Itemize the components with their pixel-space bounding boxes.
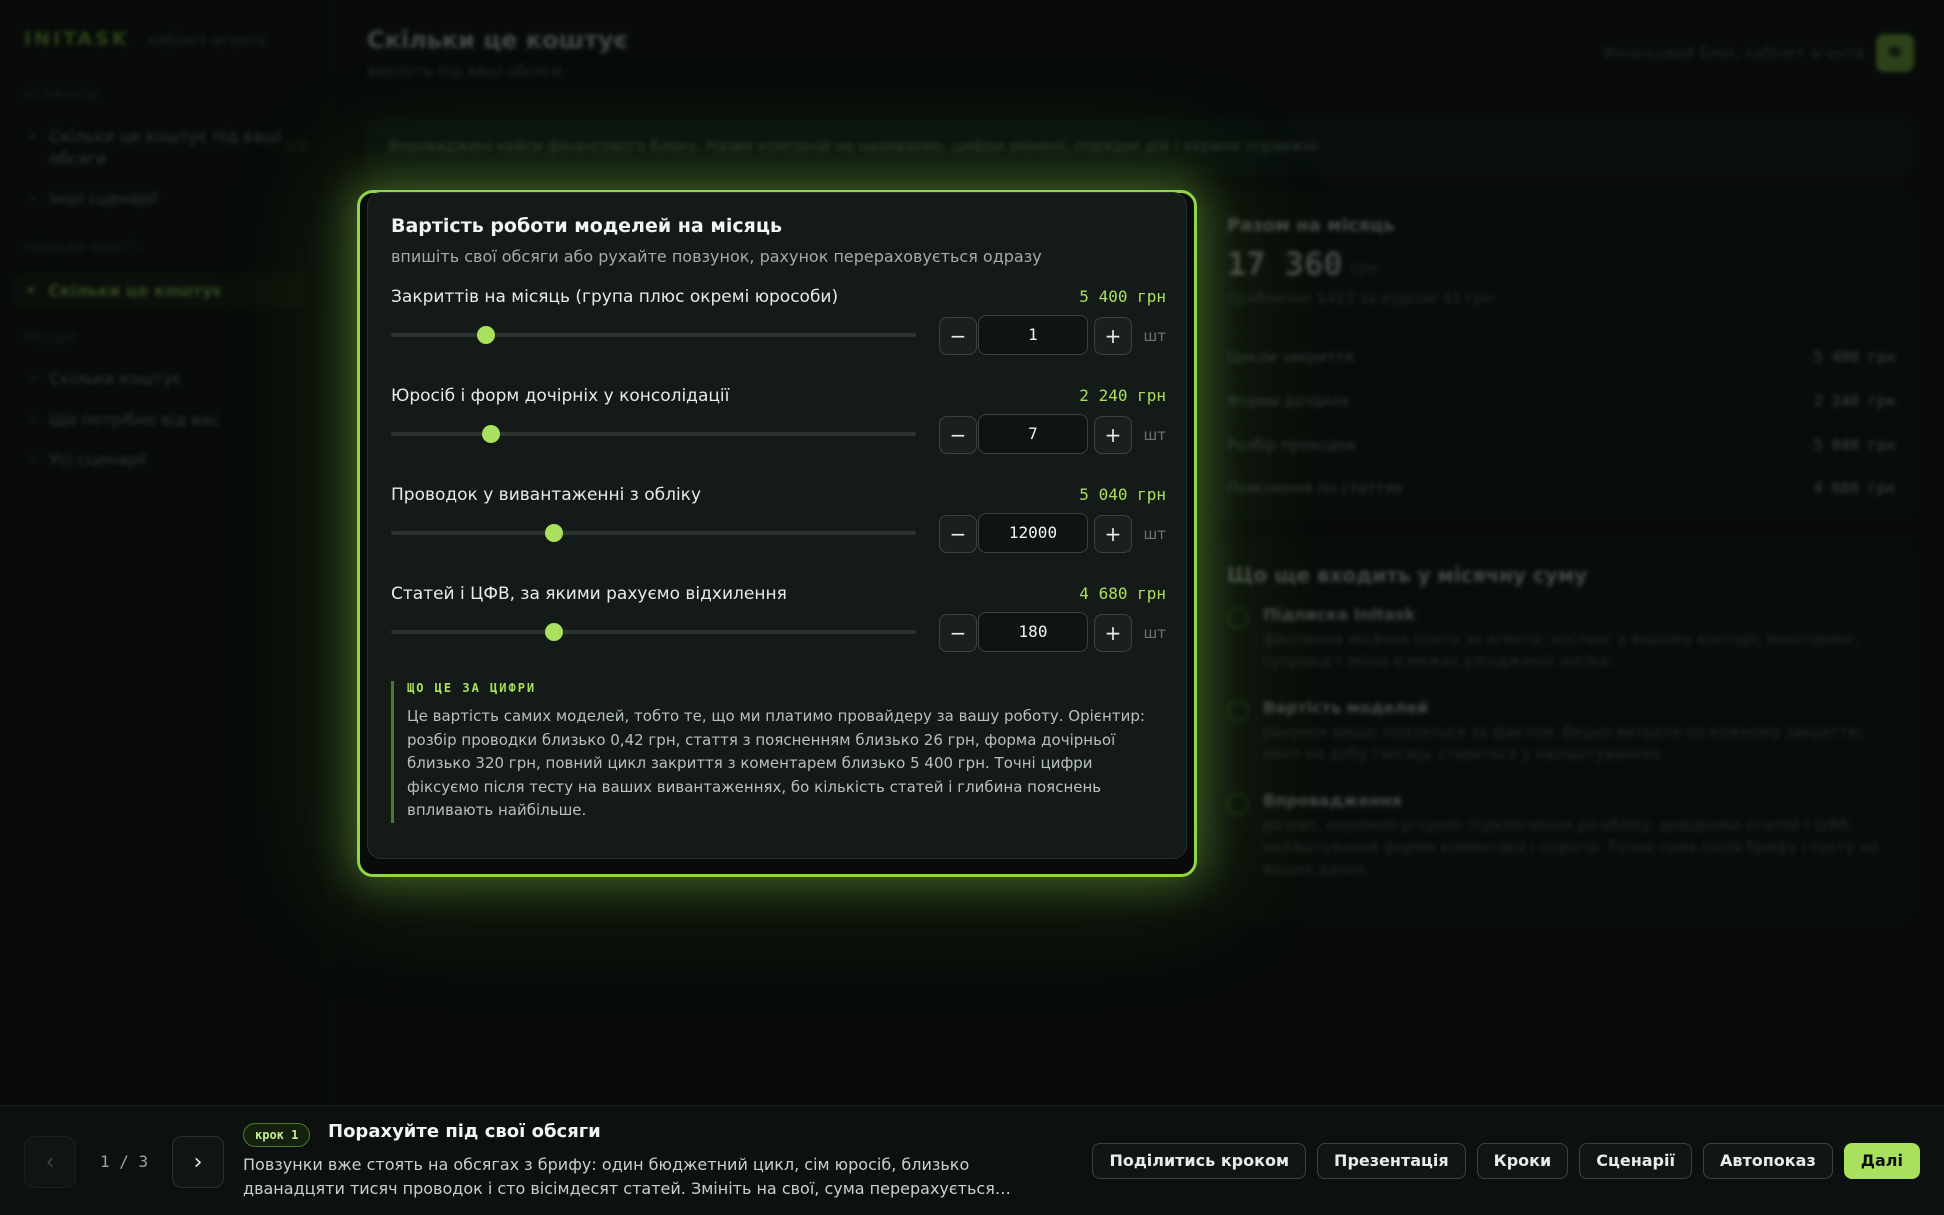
increment-button[interactable]: + (1094, 317, 1132, 355)
calc-row-closings: Закриттів на місяць (група плюс окремі ю… (391, 287, 1166, 377)
slider-track[interactable] (391, 623, 916, 641)
explanation-heading: ЩО ЦЕ ЗА ЦИФРИ (407, 681, 537, 695)
increment-button[interactable]: + (1094, 416, 1132, 454)
next-button[interactable]: Далі (1843, 1143, 1920, 1179)
quantity-input[interactable]: 1 (978, 315, 1088, 355)
quantity-input[interactable]: 180 (978, 612, 1088, 652)
quantity-input[interactable]: 7 (978, 414, 1088, 454)
step-badge: крок 1 (243, 1123, 311, 1147)
step-title: Порахуйте під свої обсяги (328, 1121, 601, 1142)
tour-next-arrow-button[interactable]: › (172, 1136, 224, 1188)
calc-row-postings: Проводок у вивантаженні з обліку 5 040 г… (391, 485, 1166, 575)
calculator-subtitle: впишіть свої обсяги або рухайте повзунок… (391, 247, 1042, 266)
unit-label: шт (1143, 327, 1166, 345)
explanation-block: ЩО ЦЕ ЗА ЦИФРИ Це вартість самих моделей… (391, 681, 1166, 823)
steps-button[interactable]: Кроки (1476, 1143, 1569, 1179)
slider-thumb[interactable] (481, 425, 500, 443)
calculator-title: Вартість роботи моделей на місяць (391, 215, 782, 237)
calc-row-price: 5 400 грн (1079, 287, 1166, 306)
slider-thumb[interactable] (544, 623, 563, 641)
unit-label: шт (1143, 426, 1166, 444)
increment-button[interactable]: + (1094, 515, 1132, 553)
share-step-button[interactable]: Поділитись кроком (1092, 1143, 1307, 1179)
autoplay-button[interactable]: Автопоказ (1702, 1143, 1833, 1179)
slider-track[interactable] (391, 425, 916, 443)
calc-row-price: 5 040 грн (1079, 485, 1166, 504)
decrement-button[interactable]: − (939, 317, 977, 355)
tour-prev-button[interactable]: ‹ (24, 1136, 76, 1188)
calc-row-price: 2 240 грн (1079, 386, 1166, 405)
calc-row-label: Закриттів на місяць (група плюс окремі ю… (391, 287, 839, 307)
cost-calculator-card: Вартість роботи моделей на місяць впишіт… (367, 192, 1187, 859)
step-description: Повзунки вже стоять на обсягах з брифу: … (243, 1155, 1011, 1198)
decrement-button[interactable]: − (939, 515, 977, 553)
calc-row-label: Статей і ЦФВ, за якими рахуємо відхиленн… (391, 584, 787, 604)
slider-thumb[interactable] (476, 326, 495, 344)
increment-button[interactable]: + (1094, 614, 1132, 652)
presentation-button[interactable]: Презентація (1317, 1143, 1466, 1179)
unit-label: шт (1143, 525, 1166, 543)
slider-track[interactable] (391, 326, 916, 344)
tour-bar: ‹ 1 / 3 › крок 1 Порахуйте під свої обся… (0, 1105, 1944, 1215)
calc-row-label: Проводок у вивантаженні з обліку (391, 485, 702, 505)
decrement-button[interactable]: − (939, 614, 977, 652)
quantity-input[interactable]: 12000 (978, 513, 1088, 553)
unit-label: шт (1143, 624, 1166, 642)
tour-actions: Поділитись кроком Презентація Кроки Сцен… (1092, 1143, 1920, 1179)
explanation-text: Це вартість самих моделей, тобто те, що … (407, 707, 1145, 819)
decrement-button[interactable]: − (939, 416, 977, 454)
calc-row-label: Юросіб і форм дочірніх у консолідації (391, 386, 730, 406)
calc-row-articles: Статей і ЦФВ, за якими рахуємо відхиленн… (391, 584, 1166, 674)
scenarios-button[interactable]: Сценарії (1579, 1143, 1692, 1179)
slider-thumb[interactable] (544, 524, 563, 542)
tour-pager: 1 / 3 (100, 1152, 149, 1171)
slider-track[interactable] (391, 524, 916, 542)
calc-row-price: 4 680 грн (1079, 584, 1166, 603)
calc-row-entities: Юросіб і форм дочірніх у консолідації 2 … (391, 386, 1166, 476)
